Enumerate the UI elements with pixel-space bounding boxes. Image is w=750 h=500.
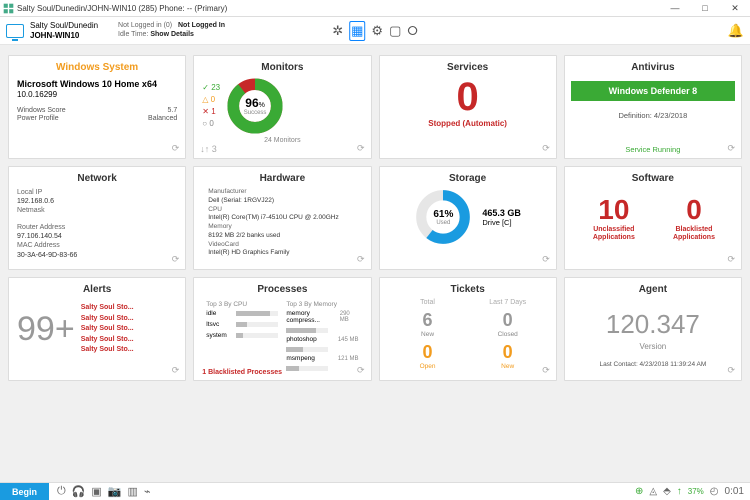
sync-icon[interactable]: ▥ xyxy=(128,485,138,498)
card-storage[interactable]: Storage 61% Used 465.3 GB Drive [C] ⟳ xyxy=(379,166,557,270)
refresh-icon[interactable]: ⟳ xyxy=(172,365,180,376)
close-button[interactable]: ✕ xyxy=(720,0,750,17)
tiles-view-icon[interactable]: ▦ xyxy=(349,21,365,41)
monitors-neutral: ○ 0 xyxy=(202,118,220,130)
maximize-button[interactable]: □ xyxy=(690,0,720,17)
process-row: system xyxy=(206,332,278,339)
monitors-ok: ✓ 23 xyxy=(202,82,220,94)
hostname: JOHN-WIN10 xyxy=(30,31,98,41)
monitors-warn: △ 0 xyxy=(202,94,220,106)
show-details-link[interactable]: Show Details xyxy=(150,31,194,38)
app-header: Salty Soul/Dunedin JOHN-WIN10 Not Logged… xyxy=(0,17,750,45)
refresh-icon[interactable]: ⟳ xyxy=(357,254,365,265)
unplug-icon[interactable]: ⌁ xyxy=(144,485,151,498)
ticket-stat: 6New xyxy=(388,308,468,340)
refresh-icon[interactable]: ⟳ xyxy=(542,365,550,376)
upload-icon: ↑ xyxy=(677,486,682,497)
dashboard-grid: Windows System Microsoft Windows 10 Home… xyxy=(0,45,750,391)
sort-icon[interactable]: ↓↑ 3 xyxy=(200,144,217,154)
refresh-icon[interactable]: ⟳ xyxy=(172,254,180,265)
card-windows-system[interactable]: Windows System Microsoft Windows 10 Home… xyxy=(8,55,186,159)
alert-item[interactable]: Salty Soul Sto... xyxy=(81,303,134,314)
refresh-icon[interactable]: ⟳ xyxy=(727,254,735,265)
terminal-icon[interactable]: ▣ xyxy=(91,485,101,498)
minimize-button[interactable]: — xyxy=(660,0,690,17)
process-row: ltsvc xyxy=(206,321,278,328)
monitor-settings-icon[interactable]: ▢ xyxy=(389,23,401,39)
refresh-icon[interactable]: ⟳ xyxy=(357,365,365,376)
monitors-err: ✕ 1 xyxy=(202,106,220,118)
storage-donut: 61% Used xyxy=(414,188,472,246)
refresh-icon[interactable]: ⟳ xyxy=(357,143,365,154)
gear-icon[interactable]: ⚙ xyxy=(371,23,383,39)
org-path: Salty Soul/Dunedin xyxy=(30,21,98,31)
card-hardware[interactable]: Hardware Manufacturer Dell (Serial: 1RGV… xyxy=(193,166,371,270)
process-row: photoshop145 MB xyxy=(286,336,358,343)
target-icon[interactable]: ⊕ xyxy=(635,486,643,497)
view-toolbar: ✲ ▦ ⚙ ▢ ⭘ xyxy=(332,21,418,41)
status-bar: Begin ⏻ 🎧 ▣ 📷 ▥ ⌁ ⊕ ◬ ⬘ ↑ 37% ◴ 0:01 xyxy=(0,482,750,500)
ticket-stat: 0Closed xyxy=(468,308,548,340)
notifications-icon[interactable]: 🔔 xyxy=(728,23,744,39)
signal-icon[interactable]: ◬ xyxy=(649,486,657,497)
computer-icon xyxy=(6,24,24,38)
refresh-icon[interactable]: ⟳ xyxy=(542,254,550,265)
refresh-icon[interactable]: ⟳ xyxy=(727,365,735,376)
person-icon[interactable]: ⬘ xyxy=(663,486,671,497)
process-row: msmpeng121 MB xyxy=(286,355,358,362)
clock-icon: ◴ xyxy=(710,486,719,497)
refresh-icon[interactable]: ⟳ xyxy=(172,143,180,154)
camera-icon[interactable]: 📷 xyxy=(108,485,122,498)
card-processes[interactable]: Processes Top 3 By CPU idleltsvcsystem T… xyxy=(193,277,371,381)
alerts-list: Salty Soul Sto...Salty Soul Sto...Salty … xyxy=(81,303,134,356)
process-row: idle xyxy=(206,310,278,317)
ticket-stat: 0Open xyxy=(388,340,468,372)
process-row: memory compress...290 MB xyxy=(286,310,358,324)
begin-button[interactable]: Begin xyxy=(0,483,49,500)
ticket-stat: 0New xyxy=(468,340,548,372)
refresh-icon[interactable]: ⟳ xyxy=(542,143,550,154)
tune-icon[interactable]: ✲ xyxy=(332,23,343,39)
card-antivirus[interactable]: Antivirus Windows Defender 8 Definition:… xyxy=(564,55,742,159)
card-agent[interactable]: Agent 120.347 Version Last Contact: 4/23… xyxy=(564,277,742,381)
window-title: Salty Soul/Dunedin/JOHN-WIN10 (285) Phon… xyxy=(17,4,227,13)
card-network[interactable]: Network Local IP 192.168.0.6 Netmask Rou… xyxy=(8,166,186,270)
card-alerts[interactable]: Alerts 99+ Salty Soul Sto...Salty Soul S… xyxy=(8,277,186,381)
window-titlebar: Salty Soul/Dunedin/JOHN-WIN10 (285) Phon… xyxy=(0,0,750,17)
alert-item[interactable]: Salty Soul Sto... xyxy=(81,324,134,335)
alert-item[interactable]: Salty Soul Sto... xyxy=(81,345,134,356)
monitors-donut: 96% Success xyxy=(226,77,284,135)
alert-item[interactable]: Salty Soul Sto... xyxy=(81,314,134,325)
app-icon xyxy=(3,3,14,14)
card-services[interactable]: Services 0 Stopped (Automatic) ⟳ xyxy=(379,55,557,159)
plug-icon[interactable]: ⭘ xyxy=(407,23,417,39)
alert-item[interactable]: Salty Soul Sto... xyxy=(81,335,134,346)
card-monitors[interactable]: Monitors ✓ 23 △ 0 ✕ 1 ○ 0 96% Success 24… xyxy=(193,55,371,159)
card-software[interactable]: Software 10 Unclassified Applications 0 … xyxy=(564,166,742,270)
card-tickets[interactable]: Tickets Total Last 7 Days 6New0Closed0Op… xyxy=(379,277,557,381)
power-icon[interactable]: ⏻ xyxy=(57,485,66,498)
refresh-icon[interactable]: ⟳ xyxy=(727,143,735,154)
headset-icon[interactable]: 🎧 xyxy=(72,485,86,498)
